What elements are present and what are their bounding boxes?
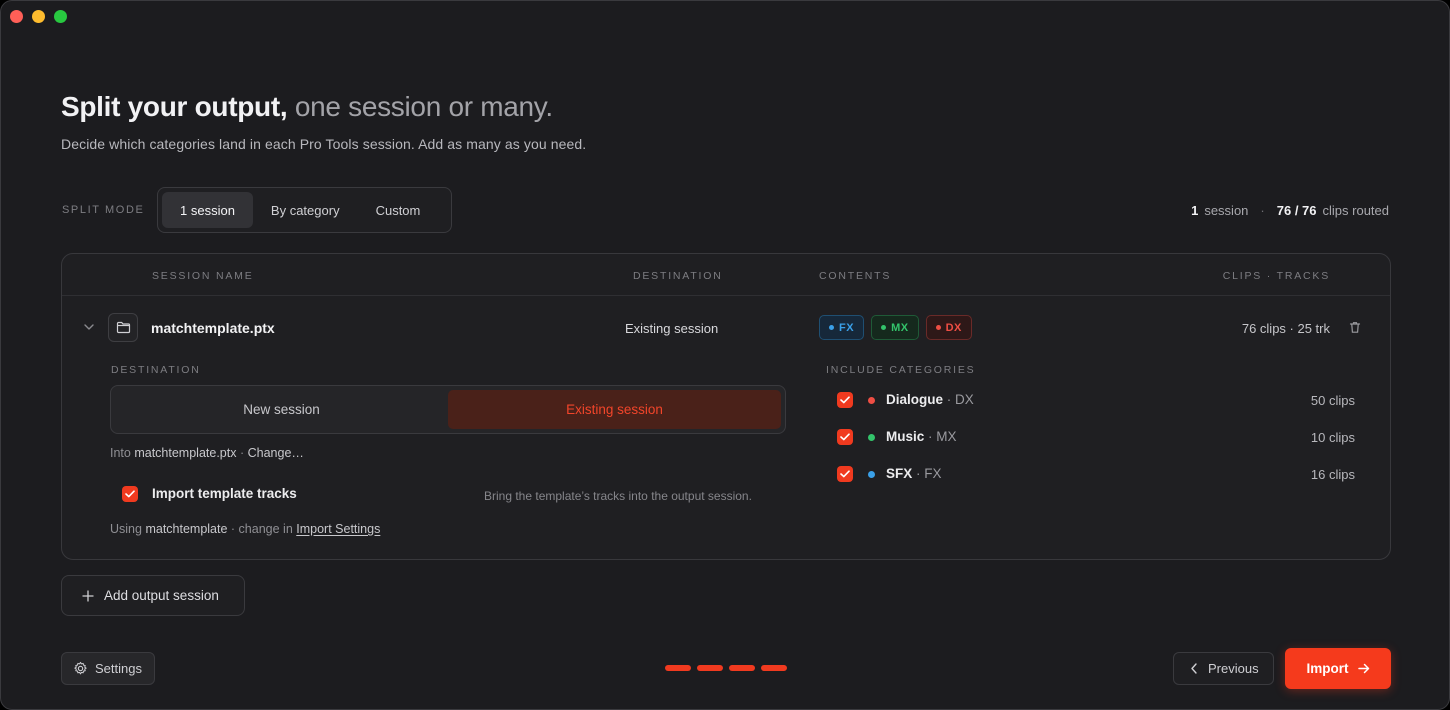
include-categories-label: INCLUDE CATEGORIES	[826, 364, 976, 376]
routing-summary: 1 session · 76 / 76 clips routed	[1191, 203, 1389, 218]
add-output-session-label: Add output session	[104, 588, 219, 603]
step-progress	[665, 665, 787, 671]
traffic-lights	[10, 10, 67, 23]
using-template-line: Using matchtemplate · change in Import S…	[110, 522, 381, 536]
into-file-name: matchtemplate.ptx	[134, 446, 237, 460]
category-name-music: Music · MX	[886, 429, 957, 444]
page-title-soft: one session or many.	[294, 91, 553, 122]
page-title: Split your output, one session or many.	[61, 91, 553, 123]
split-mode-option-1-session[interactable]: 1 session	[162, 192, 253, 228]
split-mode-option-by-category[interactable]: By category	[253, 192, 358, 228]
category-count-dialogue: 50 clips	[1310, 393, 1355, 408]
summary-session-count: 1	[1191, 203, 1199, 218]
arrow-right-icon	[1357, 663, 1370, 674]
settings-button[interactable]: Settings	[61, 652, 155, 685]
app-window: Split your output, one session or many. …	[0, 0, 1450, 710]
step-indicator-2	[697, 665, 723, 671]
category-row-sfx: SFX · FX 16 clips	[837, 464, 1355, 484]
previous-button[interactable]: Previous	[1173, 652, 1274, 685]
table-header: SESSION NAME DESTINATION CONTENTS CLIPS …	[62, 254, 1390, 296]
zoom-window-button[interactable]	[54, 10, 67, 23]
summary-separator: ·	[1260, 203, 1265, 218]
category-dot-music	[868, 434, 875, 441]
import-settings-link[interactable]: Import Settings	[296, 522, 380, 536]
page-title-strong: Split your output,	[61, 91, 288, 122]
import-template-tracks-label[interactable]: Import template tracks	[152, 486, 297, 501]
gear-icon	[73, 661, 88, 676]
trash-icon[interactable]	[1349, 321, 1361, 334]
plus-icon	[82, 589, 94, 602]
destination-section-label: DESTINATION	[111, 364, 201, 376]
category-row-music: Music · MX 10 clips	[837, 427, 1355, 447]
split-mode-label: SPLIT MODE	[62, 204, 145, 216]
category-name-sfx: SFX · FX	[886, 466, 942, 481]
destination-new-session-button[interactable]: New session	[115, 390, 448, 429]
chevron-down-icon[interactable]	[82, 320, 96, 334]
summary-session-label: session	[1204, 203, 1249, 218]
contents-chips: FX MX DX	[819, 315, 972, 340]
session-destination: Existing session	[625, 321, 719, 336]
header-clips-tracks: CLIPS · TRACKS	[1222, 270, 1330, 282]
into-file-line: Into matchtemplate.ptx · Change…	[110, 446, 304, 460]
destination-toggle: New session Existing session	[110, 385, 786, 434]
category-dot-dialogue	[868, 397, 875, 404]
folder-icon	[108, 313, 138, 342]
session-name[interactable]: matchtemplate.ptx	[151, 320, 275, 336]
header-destination: DESTINATION	[633, 270, 723, 282]
step-indicator-4	[761, 665, 787, 671]
category-checkbox-music[interactable]	[837, 429, 853, 445]
chip-fx: FX	[819, 315, 865, 340]
minimize-window-button[interactable]	[32, 10, 45, 23]
add-output-session-button[interactable]: Add output session	[61, 575, 245, 616]
summary-clips-label: clips routed	[1322, 203, 1389, 218]
category-count-music: 10 clips	[1310, 430, 1355, 445]
chip-mx: MX	[871, 315, 919, 340]
session-table: SESSION NAME DESTINATION CONTENTS CLIPS …	[61, 253, 1391, 560]
chip-dx: DX	[925, 315, 972, 340]
step-indicator-3	[729, 665, 755, 671]
import-button[interactable]: Import	[1285, 648, 1391, 689]
import-label: Import	[1306, 661, 1349, 676]
page-subtitle: Decide which categories land in each Pro…	[61, 136, 587, 152]
previous-label: Previous	[1208, 661, 1259, 676]
summary-clips-routed: 76 / 76	[1276, 203, 1317, 218]
split-mode-option-custom[interactable]: Custom	[358, 192, 439, 228]
session-clips-tracks: 76 clips · 25 trk	[1241, 321, 1330, 336]
category-name-dialogue: Dialogue · DX	[886, 392, 974, 407]
import-template-tracks-checkbox[interactable]	[122, 486, 138, 502]
destination-existing-session-button[interactable]: Existing session	[448, 390, 781, 429]
header-session-name: SESSION NAME	[152, 270, 254, 282]
import-template-tracks-hint: Bring the template’s tracks into the out…	[484, 489, 752, 503]
category-row-dialogue: Dialogue · DX 50 clips	[837, 390, 1355, 410]
settings-label: Settings	[95, 661, 142, 676]
category-dot-sfx	[868, 471, 875, 478]
step-indicator-1	[665, 665, 691, 671]
split-mode-control: 1 session By category Custom	[157, 187, 452, 233]
close-window-button[interactable]	[10, 10, 23, 23]
category-checkbox-dialogue[interactable]	[837, 392, 853, 408]
change-file-link[interactable]: Change…	[248, 446, 304, 460]
chevron-left-icon	[1190, 663, 1198, 674]
using-template-name: matchtemplate	[145, 522, 228, 536]
category-count-sfx: 16 clips	[1310, 467, 1355, 482]
header-contents: CONTENTS	[819, 270, 892, 282]
category-checkbox-sfx[interactable]	[837, 466, 853, 482]
